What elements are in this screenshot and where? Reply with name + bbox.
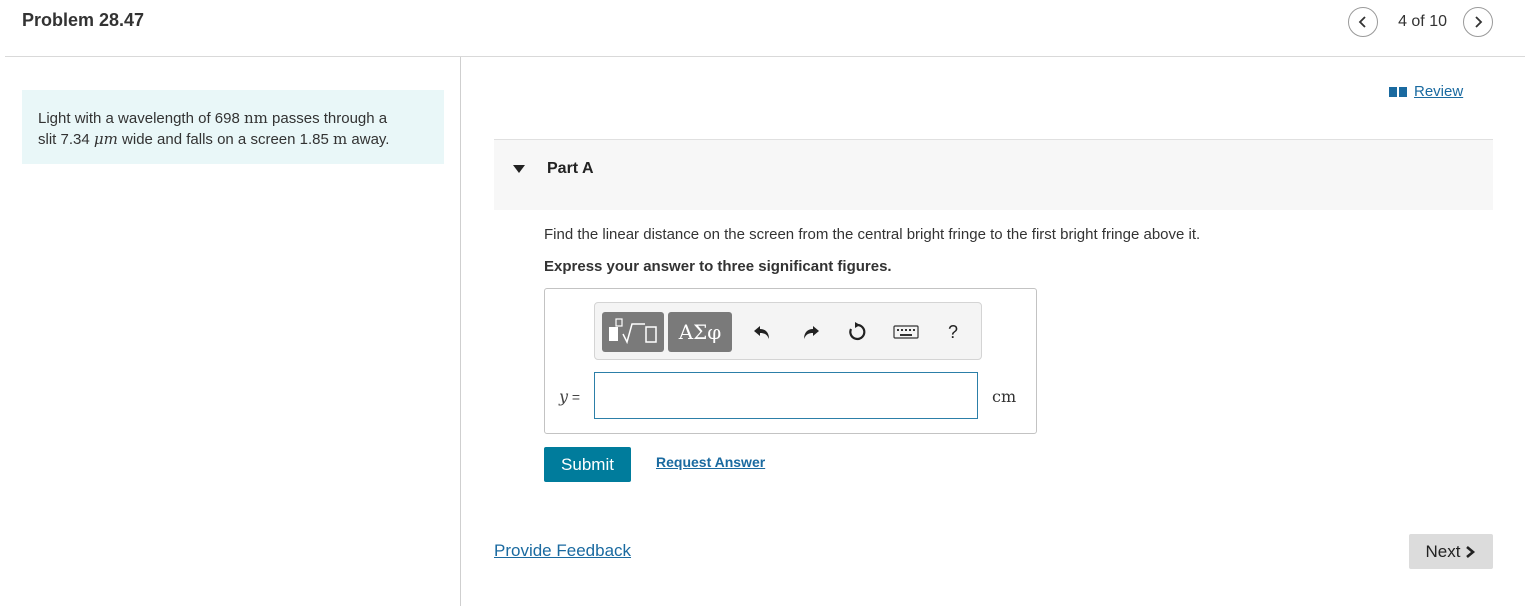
help-button[interactable]: ? [942,321,964,343]
greek-symbols-icon: ΑΣφ [678,320,722,344]
problem-text: wide and falls on a screen 1.85 [117,131,333,148]
part-label: Part A [547,160,594,177]
greek-symbols-button[interactable]: ΑΣφ [668,312,732,352]
provide-feedback-link[interactable]: Provide Feedback [494,541,631,561]
instruction-text: Express your answer to three significant… [544,258,892,275]
next-problem-button[interactable] [1463,7,1493,37]
question-text: Find the linear distance on the screen f… [544,226,1201,243]
variable-label: y = [559,387,580,406]
problem-text: slit 7.34 [38,131,94,148]
header-divider [5,56,1525,57]
chevron-right-icon [1475,16,1483,28]
undo-icon [754,326,769,339]
request-answer-link[interactable]: Request Answer [656,454,765,470]
reset-button[interactable] [846,321,868,343]
column-divider [460,57,461,606]
keyboard-icon [893,325,919,339]
previous-problem-button[interactable] [1348,7,1379,37]
review-link[interactable]: Review [1389,83,1463,100]
unit-nm: nm [243,109,268,127]
unit-label: cm [992,387,1017,406]
redo-button[interactable] [800,321,822,343]
math-toolbar: ΑΣφ ? [594,302,982,360]
keyboard-button[interactable] [892,321,920,343]
undo-button[interactable] [751,321,773,343]
reset-icon [849,322,866,341]
collapse-triangle-icon [513,165,525,173]
problem-text: passes through a [267,110,388,127]
pagination: 4 of 10 [1348,7,1493,37]
chevron-right-icon [1466,545,1476,558]
problem-text: Light with a wavelength of 698 [38,110,244,127]
equals-sign: = [568,389,581,405]
problem-statement: Light with a wavelength of 698 nm passes… [22,90,444,164]
review-label: Review [1414,83,1464,100]
book-icon [1389,86,1407,97]
unit-um: μm [93,130,118,148]
next-button[interactable]: Next [1409,534,1493,569]
chevron-left-icon [1358,16,1366,28]
submit-button[interactable]: Submit [544,447,631,482]
page-indicator: 4 of 10 [1398,13,1447,30]
problem-text: away. [347,131,390,148]
templates-button[interactable] [602,312,664,352]
redo-icon [804,326,819,339]
next-label: Next [1425,541,1461,561]
variable-name: y [559,387,569,406]
templates-icon [609,318,657,345]
page-title: Problem 28.47 [22,10,145,30]
part-header[interactable]: Part A [494,139,1493,210]
unit-m: m [333,130,348,148]
answer-panel: ΑΣφ ? y = cm [544,288,1037,434]
help-icon: ? [947,321,958,342]
answer-input[interactable] [594,372,978,419]
